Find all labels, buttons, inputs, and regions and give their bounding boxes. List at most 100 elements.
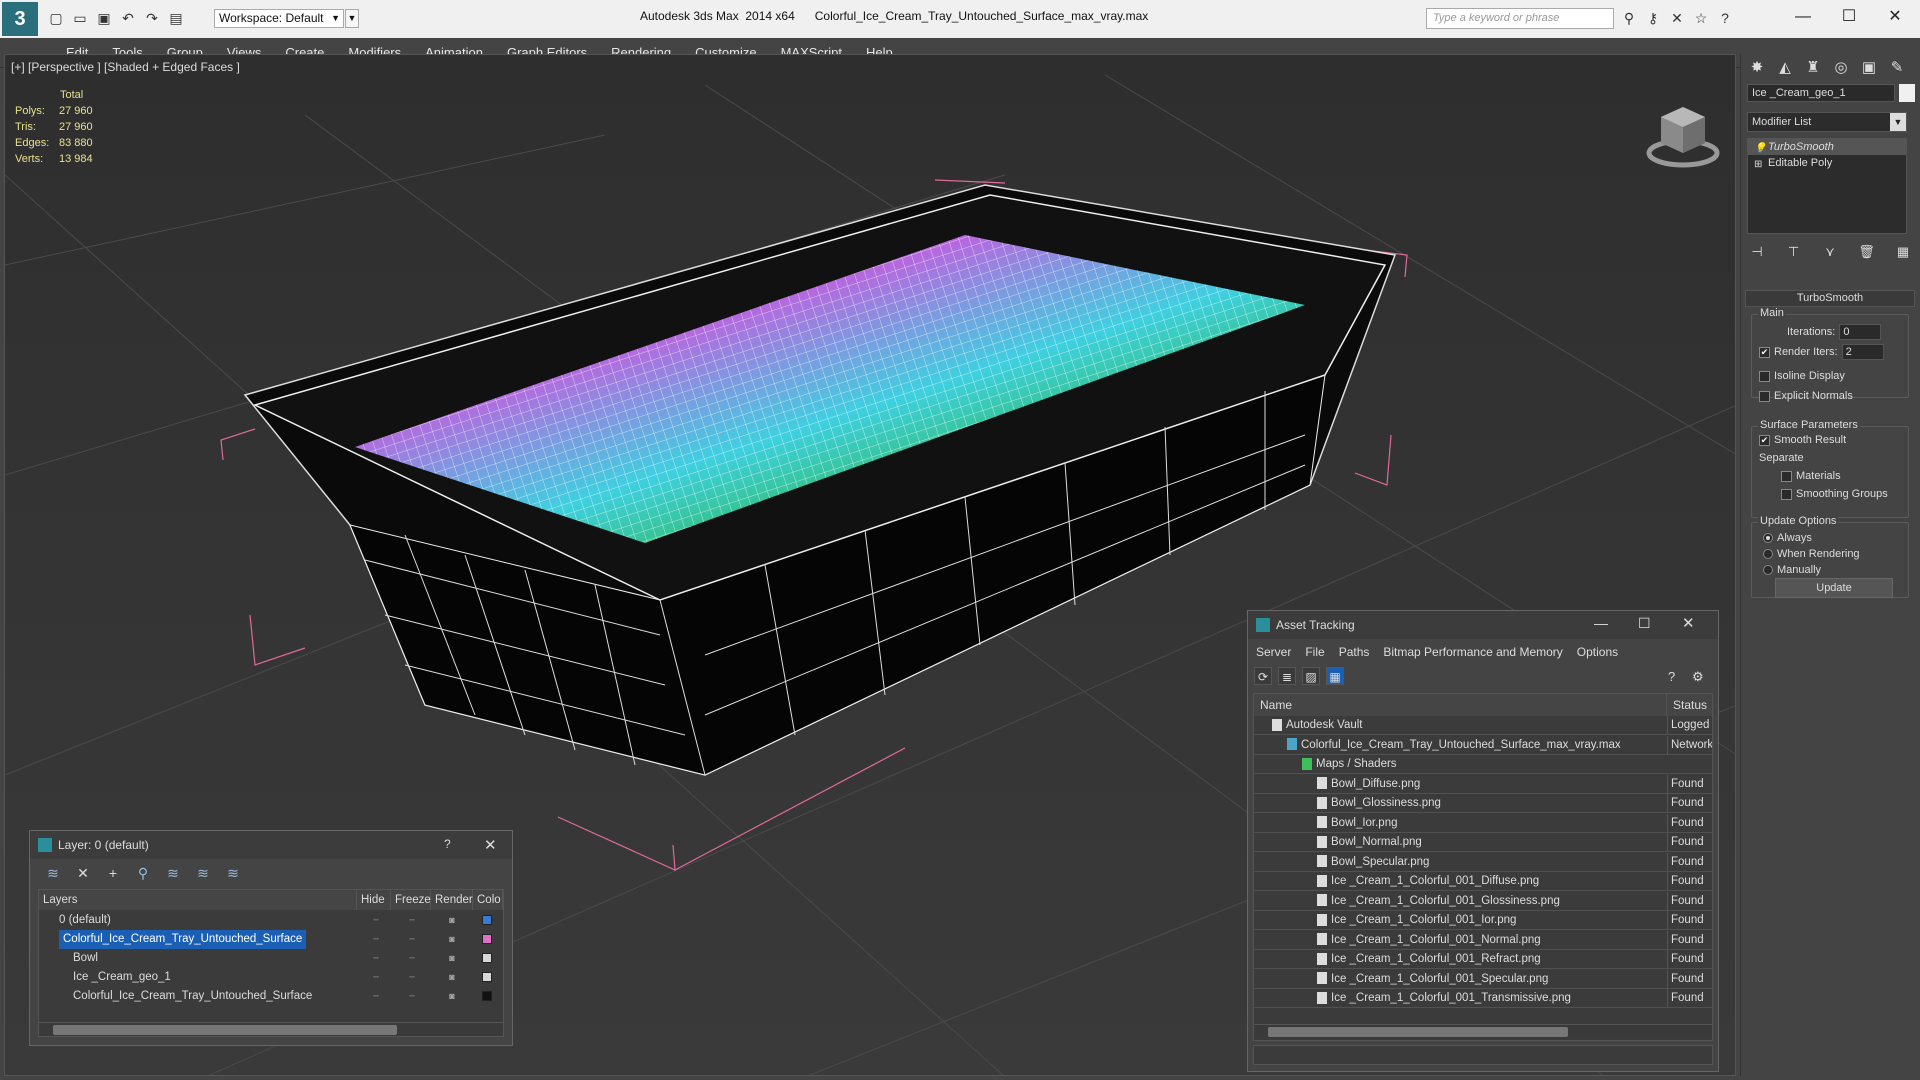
freeze-all-layers-icon[interactable]: ≋ [222, 863, 244, 883]
modifier-list-dropdown[interactable]: Modifier List ▼ [1747, 112, 1907, 132]
asset-row[interactable]: Ice _Cream_1_Colorful_001_Diffuse.png Fou… [1254, 872, 1712, 891]
close-icon[interactable]: ✕ [1872, 4, 1918, 30]
layer-row[interactable]: Colorful_Ice_Cream_Tray_Untouched_Surfac… [39, 987, 503, 1006]
asset-row[interactable]: Bowl_Ior.png Found [1254, 813, 1712, 833]
exchange-icon[interactable]: ✕ [1668, 9, 1686, 27]
turbosmooth-rollout-header[interactable]: TurboSmooth [1745, 290, 1915, 307]
stack-item-editable-poly[interactable]: ⊞ Editable Poly [1748, 155, 1906, 171]
horizontal-scrollbar[interactable] [1254, 1024, 1712, 1038]
add-to-layer-icon[interactable]: + [102, 863, 124, 883]
freeze-toggle[interactable]: ┄ [405, 954, 419, 963]
hide-toggle[interactable]: ┄ [369, 954, 383, 963]
asset-row[interactable]: Ice _Cream_1_Colorful_001_Ior.png Found [1254, 911, 1712, 930]
new-file-icon[interactable]: ▢ [46, 8, 66, 28]
freeze-toggle[interactable]: ┄ [405, 916, 419, 925]
col-layers-header[interactable]: Layers [39, 890, 357, 910]
hide-toggle[interactable]: ┄ [369, 935, 383, 944]
iterations-spinner[interactable]: 0 [1839, 324, 1882, 340]
delete-layer-icon[interactable]: ✕ [72, 863, 94, 883]
hide-toggle[interactable]: ┄ [369, 992, 383, 1001]
open-file-icon[interactable]: ▭ [70, 8, 90, 28]
asset-row[interactable]: Bowl_Diffuse.png Found [1254, 774, 1712, 794]
layer-color-swatch[interactable] [482, 972, 492, 982]
save-file-icon[interactable]: ▣ [94, 8, 114, 28]
layer-row[interactable]: Ice _Cream_geo_1 ┄ ┄ ◙ [39, 968, 503, 987]
redo-icon[interactable]: ↷ [142, 8, 162, 28]
render-toggle[interactable]: ◙ [445, 916, 459, 925]
key-icon[interactable]: ⚷ [1644, 9, 1662, 27]
hide-all-layers-icon[interactable]: ≋ [192, 863, 214, 883]
viewport-label[interactable]: [+] [Perspective ] [Shaded + Edged Faces… [11, 60, 240, 74]
scrollbar-thumb[interactable] [53, 1025, 397, 1035]
asset-row[interactable]: Ice _Cream_1_Colorful_001_Glossiness.png… [1254, 891, 1712, 911]
asset-row[interactable]: Bowl_Normal.png Found [1254, 833, 1712, 852]
asset-row[interactable]: Ice _Cream_1_Colorful_001_Normal.png Foun… [1254, 930, 1712, 950]
create-layer-icon[interactable]: ≋ [42, 863, 64, 883]
smoothing-groups-checkbox[interactable] [1781, 488, 1792, 500]
help-icon[interactable]: ? [444, 837, 451, 851]
layer-row[interactable]: Bowl ┄ ┄ ◙ [39, 949, 503, 968]
search-input[interactable]: Type a keyword or phrase [1426, 8, 1614, 29]
undo-icon[interactable]: ↶ [118, 8, 138, 28]
layer-color-swatch[interactable] [482, 953, 492, 963]
workspace-select[interactable]: Workspace: Default ▼ [214, 9, 344, 28]
layer-row[interactable]: 0 (default) ┄ ┄ ◙ [39, 911, 503, 930]
modify-tab-icon[interactable]: ◭ [1773, 56, 1797, 80]
layer-color-swatch[interactable] [482, 915, 492, 925]
freeze-toggle[interactable]: ┄ [405, 973, 419, 982]
render-iters-spinner[interactable]: 2 [1841, 344, 1884, 360]
stack-item-turbosmooth[interactable]: 💡 TurboSmooth [1748, 139, 1906, 155]
asset-row[interactable]: Ice _Cream_1_Colorful_001_Transmissive.p… [1254, 989, 1712, 1008]
layer-name[interactable]: Colorful_Ice_Cream_Tray_Untouched_Surfac… [73, 987, 312, 1006]
hide-toggle[interactable]: ┄ [369, 973, 383, 982]
col-color-header[interactable]: Colo [473, 890, 503, 910]
settings-icon[interactable]: ⚙ [1692, 669, 1704, 685]
col-name-header[interactable]: Name [1254, 694, 1667, 716]
refresh-icon[interactable]: ⟳ [1254, 667, 1272, 685]
remove-modifier-icon[interactable]: 🗑 [1857, 242, 1877, 262]
asset-path-field[interactable] [1253, 1045, 1713, 1065]
col-render-header[interactable]: Render [431, 890, 473, 910]
project-folder-icon[interactable]: ▤ [166, 8, 186, 28]
lightbulb-icon[interactable]: 💡 [1754, 141, 1766, 154]
asset-row[interactable]: Autodesk Vault Logged [1254, 716, 1712, 735]
menu-options[interactable]: Options [1577, 641, 1618, 663]
asset-row[interactable]: Bowl_Specular.png Found [1254, 852, 1712, 872]
list-view-icon[interactable]: ≣ [1278, 667, 1296, 685]
layer-name[interactable]: Ice _Cream_geo_1 [73, 968, 171, 987]
horizontal-scrollbar[interactable] [39, 1022, 503, 1036]
close-icon[interactable]: ✕ [1682, 614, 1695, 632]
layer-row[interactable]: Colorful_Ice_Cream_Tray_Untouched_Surfac… [39, 930, 503, 949]
star-icon[interactable]: ☆ [1692, 9, 1710, 27]
asset-row[interactable]: Bowl_Glossiness.png Found [1254, 794, 1712, 813]
materials-checkbox[interactable] [1781, 470, 1792, 482]
help-icon[interactable]: ? [1668, 669, 1675, 684]
layer-name[interactable]: Colorful_Ice_Cream_Tray_Untouched_Surfac… [59, 930, 307, 949]
col-hide-header[interactable]: Hide [357, 890, 391, 910]
help-icon[interactable]: ? [1716, 9, 1734, 27]
hierarchy-tab-icon[interactable]: ♜ [1801, 56, 1825, 80]
binoculars-icon[interactable]: ⚲ [1620, 9, 1638, 27]
pin-stack-icon[interactable]: ⊣ [1747, 242, 1767, 262]
asset-row[interactable]: Ice _Cream_1_Colorful_001_Specular.png Fo… [1254, 969, 1712, 989]
layer-name[interactable]: Bowl [73, 949, 98, 968]
make-unique-icon[interactable]: ⋎ [1820, 242, 1840, 262]
menu-bitmap-performance[interactable]: Bitmap Performance and Memory [1383, 641, 1562, 663]
maximize-icon[interactable]: ☐ [1826, 4, 1872, 30]
asset-row[interactable]: Maps / Shaders [1254, 755, 1712, 774]
thumbnail-view-icon[interactable]: ▨ [1302, 667, 1320, 685]
show-end-result-icon[interactable]: ⊤ [1784, 242, 1804, 262]
minimize-icon[interactable]: — [1780, 4, 1826, 30]
col-freeze-header[interactable]: Freeze [391, 890, 431, 910]
freeze-toggle[interactable]: ┄ [405, 992, 419, 1001]
update-button[interactable]: Update [1775, 578, 1893, 598]
configure-sets-icon[interactable]: ▦ [1893, 242, 1913, 262]
render-toggle[interactable]: ◙ [445, 973, 459, 982]
layer-name[interactable]: 0 (default) [59, 911, 111, 930]
app-logo-icon[interactable]: 3 [2, 2, 38, 36]
menu-server[interactable]: Server [1256, 641, 1291, 663]
display-tab-icon[interactable]: ▣ [1857, 56, 1881, 80]
highlight-layer-icon[interactable]: ≋ [162, 863, 184, 883]
isoline-checkbox[interactable] [1759, 370, 1770, 382]
utilities-tab-icon[interactable]: ✎ [1885, 56, 1909, 80]
